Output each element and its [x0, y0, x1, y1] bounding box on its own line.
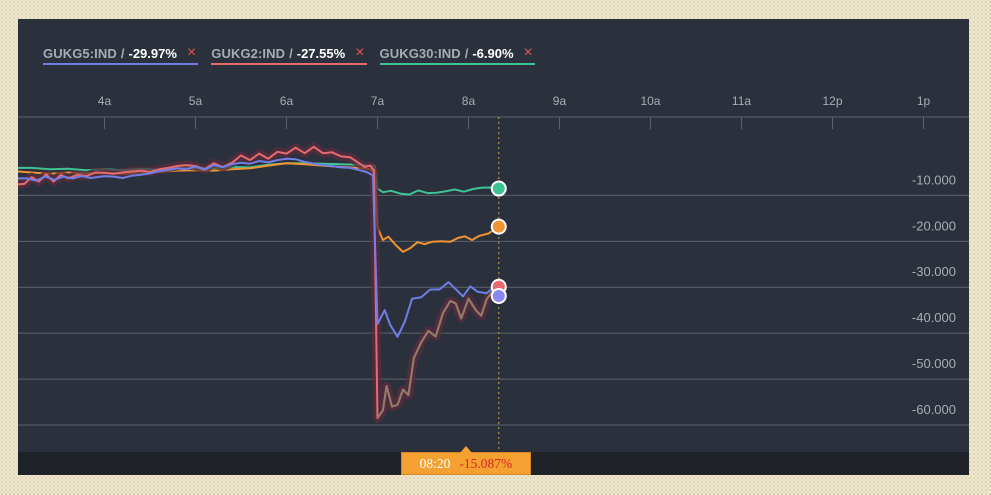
- legend-series-name: GUKG2:IND: [211, 45, 286, 61]
- y-tick-label: -10.000: [912, 172, 956, 187]
- y-tick-label: -60.000: [912, 402, 956, 417]
- x-tick-label: 8a: [462, 94, 476, 108]
- legend-item[interactable]: GUKG5:IND / -29.97% ×: [43, 43, 199, 65]
- legend-separator: /: [464, 45, 469, 61]
- x-tick-label: 9a: [553, 94, 567, 108]
- close-icon[interactable]: ×: [355, 45, 364, 61]
- series-layer: [18, 142, 502, 423]
- crosshair-time: 08:20: [419, 455, 451, 471]
- x-tick-label: 11a: [732, 94, 751, 108]
- chart-panel: 4a 5a 6a 7a 8a 9a 10a 11a 12p 1p -10.000 -20.000 -3…: [18, 19, 969, 475]
- series-line: [18, 157, 500, 338]
- y-tick-label: -40.000: [912, 310, 956, 325]
- y-axis: -10.000 -20.000 -30.000 -40.000 -50.000 -60.0…: [912, 172, 956, 417]
- legend-series-value: -29.97%: [128, 45, 177, 61]
- x-tick-label: 10a: [640, 94, 660, 108]
- chart-svg[interactable]: 4a 5a 6a 7a 8a 9a 10a 11a 12p 1p -10.000 -20.000 -3…: [18, 19, 969, 475]
- legend-item[interactable]: GUKG30:IND / -6.90% ×: [379, 43, 535, 65]
- series-line: [18, 145, 500, 420]
- legend: GUKG5:IND / -29.97% × GUKG2:IND / -27.55% × GUKG…: [43, 43, 535, 65]
- legend-separator: /: [289, 45, 293, 61]
- legend-series-value: -27.55%: [296, 45, 346, 61]
- x-tick-label: 7a: [371, 94, 385, 108]
- x-tick-label: 4a: [98, 94, 112, 108]
- series-end-marker: [490, 218, 507, 235]
- x-tick-label: 12p: [822, 94, 842, 108]
- series-end-marker: [490, 180, 507, 197]
- y-tick-label: -50.000: [912, 356, 956, 371]
- y-tick-label: -20.000: [912, 218, 956, 233]
- series-shadow: [18, 142, 502, 423]
- legend-series-name: GUKG30:IND: [379, 45, 461, 61]
- y-tick-label: -30.000: [912, 264, 956, 279]
- series-end-marker: [490, 287, 507, 304]
- x-tick-label: 5a: [189, 94, 203, 108]
- grid-layer: [18, 116, 969, 426]
- crosshair-value: -15.087%: [459, 455, 513, 471]
- x-tick-label: 1p: [917, 94, 931, 108]
- x-axis: 4a 5a 6a 7a 8a 9a 10a 11a 12p 1p: [98, 94, 931, 108]
- legend-series-name: GUKG5:IND: [43, 45, 117, 61]
- close-icon[interactable]: ×: [524, 45, 533, 61]
- legend-separator: /: [120, 45, 125, 61]
- crosshair-readout: 08:20 -15.087%: [401, 446, 531, 475]
- close-icon[interactable]: ×: [187, 45, 196, 61]
- legend-series-value: -6.90%: [472, 45, 514, 61]
- legend-item[interactable]: GUKG2:IND / -27.55% ×: [211, 43, 367, 65]
- x-tick-label: 6a: [280, 94, 294, 108]
